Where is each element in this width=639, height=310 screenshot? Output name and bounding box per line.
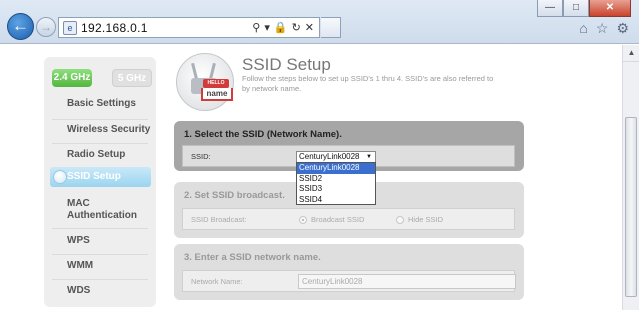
stop-icon[interactable]: ✕ [305, 21, 314, 34]
page-icon: e [63, 20, 77, 35]
forward-button[interactable]: → [36, 17, 56, 37]
sidebar-item-label: SSID Setup [67, 171, 121, 182]
ssid-option[interactable]: CenturyLink0028 [297, 163, 375, 174]
broadcast-ssid-radio[interactable] [299, 216, 307, 224]
hide-ssid-label: Hide SSID [408, 215, 444, 224]
sidebar-item-mac-authentication[interactable]: MAC Authentication [44, 198, 156, 222]
ssid-router-icon: HELLO name [176, 53, 234, 111]
lock-icon[interactable]: 🔒 [274, 21, 288, 34]
window-controls: — □ ✕ [537, 0, 631, 17]
band-2-4ghz-button[interactable]: 2.4 GHz [52, 69, 92, 87]
favorites-icon[interactable]: ☆ [596, 20, 609, 37]
back-button[interactable]: ← [7, 13, 34, 40]
restore-button[interactable]: □ [563, 0, 589, 17]
sidebar-item-basic-settings[interactable]: Basic Settings [44, 98, 156, 110]
step3-panel: 3. Enter a SSID network name. Network Na… [174, 244, 524, 300]
sidebar-divider [52, 143, 148, 144]
step1-title: 1. Select the SSID (Network Name). [184, 129, 342, 140]
sidebar-divider [52, 119, 148, 120]
ssid-dropdown-list: CenturyLink0028 SSID2 SSID3 SSID4 [296, 162, 376, 205]
scroll-up-icon[interactable]: ▲ [623, 45, 639, 62]
sidebar-item-radio-setup[interactable]: Radio Setup [44, 149, 156, 161]
page-description: Follow the steps below to set up SSID's … [242, 74, 494, 93]
minimize-button[interactable]: — [537, 0, 563, 17]
sidebar: 2.4 GHz 5 GHz Basic Settings Wireless Se… [44, 57, 156, 307]
close-button[interactable]: ✕ [589, 0, 631, 17]
refresh-icon[interactable]: ↻ [292, 21, 301, 34]
ssid-select-value: CenturyLink0028 [299, 152, 360, 161]
tools-icon[interactable]: ⚙ [616, 20, 629, 37]
search-icon[interactable]: ⚲ [252, 21, 260, 34]
broadcast-row: SSID Broadcast: Broadcast SSID Hide SSID [182, 208, 515, 230]
sidebar-item-wmm[interactable]: WMM [44, 260, 156, 272]
ssid-option[interactable]: SSID3 [297, 184, 375, 195]
page-title: SSID Setup [242, 55, 331, 74]
active-indicator-icon [53, 170, 67, 184]
sidebar-item-wireless-security[interactable]: Wireless Security [44, 124, 156, 136]
address-bar[interactable]: e 192.168.0.1 ⚲ ▾ 🔒 ↻ ✕ [58, 17, 320, 38]
step3-title: 3. Enter a SSID network name. [184, 252, 321, 263]
hide-ssid-radio[interactable] [396, 216, 404, 224]
scrollbar-thumb[interactable] [625, 117, 637, 297]
vertical-scrollbar[interactable]: ▲ [622, 45, 639, 310]
page-content: 2.4 GHz 5 GHz Basic Settings Wireless Se… [0, 45, 622, 310]
broadcast-ssid-label: Broadcast SSID [311, 215, 365, 224]
sidebar-divider [52, 254, 148, 255]
ssid-option[interactable]: SSID2 [297, 174, 375, 185]
step2-title: 2. Set SSID broadcast. [184, 190, 285, 201]
band-5ghz-button[interactable]: 5 GHz [112, 69, 152, 87]
browser-toolbar: — □ ✕ ← → e 192.168.0.1 ⚲ ▾ 🔒 ↻ ✕ ⌂ ☆ ⚙ [0, 0, 639, 44]
ssid-option[interactable]: SSID4 [297, 195, 375, 206]
sidebar-item-wds[interactable]: WDS [44, 285, 156, 297]
sidebar-divider [52, 279, 148, 280]
sidebar-item-ssid-setup[interactable]: SSID Setup [50, 167, 151, 187]
sidebar-item-wps[interactable]: WPS [44, 235, 156, 247]
network-name-input[interactable]: CenturyLink0028 [298, 274, 516, 289]
home-icon[interactable]: ⌂ [579, 20, 587, 37]
network-name-row: Network Name: CenturyLink0028 [182, 270, 516, 292]
ssid-label: SSID: [191, 152, 211, 161]
chevron-down-icon: ▼ [366, 154, 372, 160]
sidebar-divider [52, 228, 148, 229]
network-name-label: Network Name: [191, 277, 243, 286]
address-url[interactable]: 192.168.0.1 [81, 21, 252, 35]
dropdown-icon[interactable]: ▾ [264, 21, 270, 34]
new-tab-stub[interactable] [321, 17, 341, 38]
broadcast-label: SSID Broadcast: [191, 215, 247, 224]
